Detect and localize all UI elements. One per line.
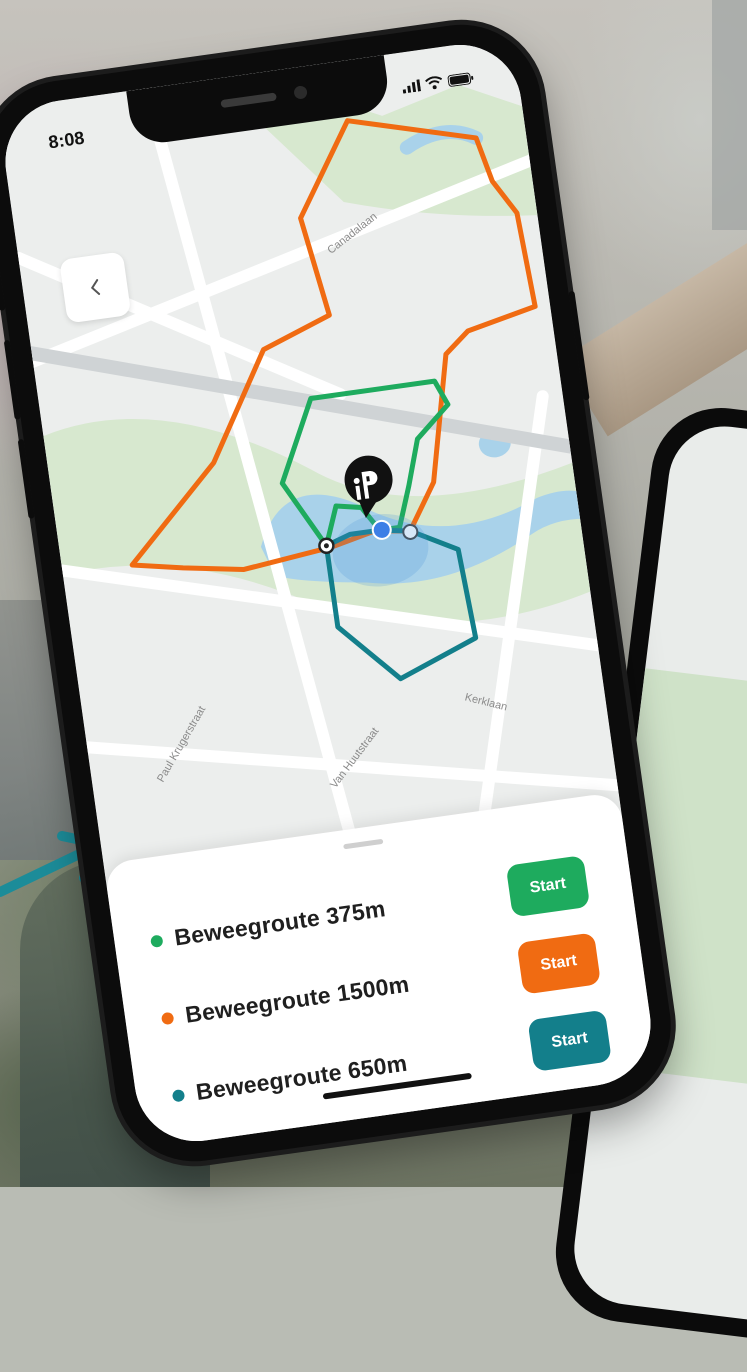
route-color-dot (160, 1011, 175, 1026)
route-color-dot (171, 1088, 186, 1103)
sheet-drag-handle[interactable] (343, 838, 384, 850)
back-button[interactable] (59, 251, 132, 324)
speaker-grille (220, 92, 277, 109)
back-chevron-icon (90, 279, 101, 295)
front-camera (293, 85, 308, 100)
wifi-icon (425, 76, 443, 90)
route-label: Beweegroute 1500m (183, 970, 411, 1028)
phone-mute-switch (0, 260, 6, 311)
start-button-1500m[interactable]: Start (516, 932, 602, 995)
route-color-dot (150, 934, 164, 948)
background-pole (712, 0, 747, 230)
signal-icon (402, 78, 421, 94)
route-label: Beweegroute 650m (194, 1049, 409, 1106)
start-button-375m[interactable]: Start (505, 855, 591, 918)
start-button-650m[interactable]: Start (527, 1009, 612, 1072)
route-label: Beweegroute 375m (172, 895, 388, 951)
route-map[interactable]: Canadalaan Paul Krugerstraat Van Huutstr… (0, 36, 621, 882)
